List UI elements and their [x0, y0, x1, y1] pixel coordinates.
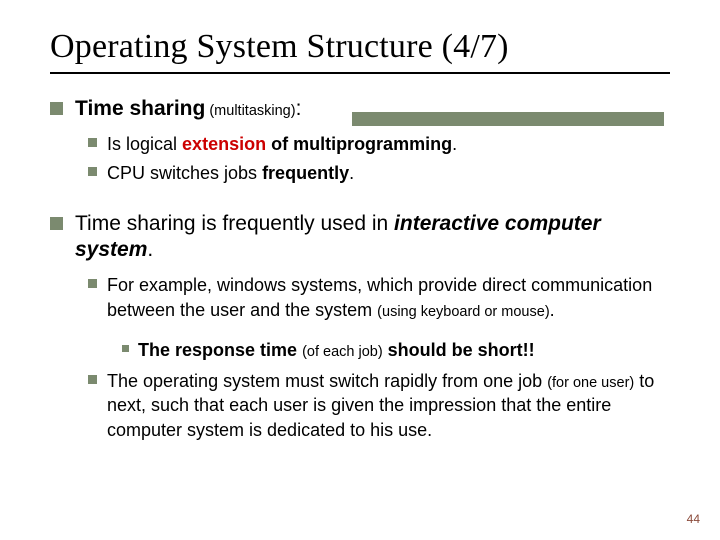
bullet-1-sub: Is logical extension of multiprogramming… — [88, 132, 670, 185]
square-bullet-icon — [50, 217, 63, 230]
bullet-2-sub: For example, windows systems, which prov… — [88, 273, 670, 322]
bullet-2a-sub: The response time (of each job) should b… — [122, 338, 670, 363]
bold-text: Time sharing — [75, 97, 205, 120]
bullet-1a: Is logical extension of multiprogramming… — [88, 132, 670, 156]
square-bullet-icon — [88, 138, 97, 147]
bold-text: The response time — [138, 340, 302, 360]
slide: Operating System Structure (4/7) Time sh… — [0, 0, 720, 540]
paren-text: (of each job) — [302, 344, 383, 360]
text: . — [147, 238, 153, 261]
bold-text: frequently — [262, 163, 349, 183]
text: The operating system must switch rapidly… — [107, 371, 547, 391]
accent-bar — [352, 112, 664, 126]
bullet-2a1: The response time (of each job) should b… — [122, 338, 670, 363]
red-bold-text: extension — [182, 134, 266, 154]
bullet-1-text: Time sharing (multitasking): — [75, 96, 301, 122]
paren-text: (using keyboard or mouse) — [377, 304, 549, 320]
bullet-2a-text: For example, windows systems, which prov… — [107, 273, 670, 322]
bold-text: should be short!! — [383, 340, 535, 360]
bullet-1b: CPU switches jobs frequently. — [88, 161, 670, 185]
title-underline — [50, 72, 670, 74]
bullet-2-text: Time sharing is frequently used in inter… — [75, 211, 670, 264]
square-bullet-icon — [88, 375, 97, 384]
square-bullet-icon — [122, 345, 129, 352]
bullet-2b: The operating system must switch rapidly… — [88, 369, 670, 442]
text: CPU switches jobs — [107, 163, 262, 183]
bullet-list-2: Time sharing is frequently used in inter… — [50, 211, 670, 264]
bullet-2a: For example, windows systems, which prov… — [88, 273, 670, 322]
paren-text: (for one user) — [547, 375, 634, 391]
text: Is logical — [107, 134, 182, 154]
square-bullet-icon — [88, 279, 97, 288]
bullet-1b-text: CPU switches jobs frequently. — [107, 161, 354, 185]
square-bullet-icon — [88, 167, 97, 176]
bullet-2: Time sharing is frequently used in inter… — [50, 211, 670, 264]
text: . — [349, 163, 354, 183]
bullet-2a1-text: The response time (of each job) should b… — [138, 338, 535, 363]
page-number: 44 — [687, 512, 700, 526]
text: . — [452, 134, 457, 154]
bullet-2b-text: The operating system must switch rapidly… — [107, 369, 670, 442]
slide-title: Operating System Structure (4/7) — [50, 28, 670, 66]
bold-text: of multiprogramming — [266, 134, 452, 154]
text: . — [550, 300, 555, 320]
bullet-2-sub-cont: The operating system must switch rapidly… — [88, 369, 670, 442]
bullet-1a-text: Is logical extension of multiprogramming… — [107, 132, 457, 156]
paren-text: (multitasking) — [205, 103, 295, 119]
text: Time sharing is frequently used in — [75, 212, 394, 235]
square-bullet-icon — [50, 102, 63, 115]
text: : — [296, 97, 302, 120]
